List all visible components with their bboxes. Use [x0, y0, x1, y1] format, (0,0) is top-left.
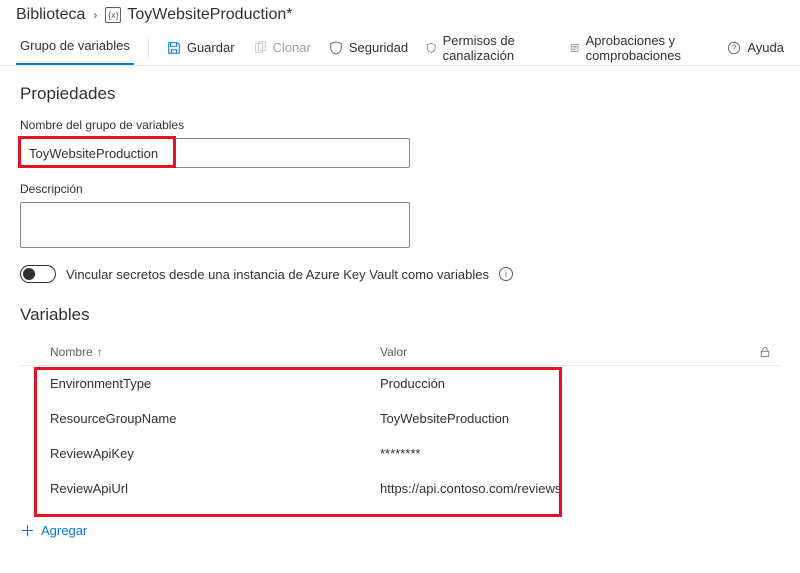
save-button[interactable]: Guardar [167, 40, 235, 55]
variables-heading: Variables [20, 305, 780, 325]
col-header-name-text: Nombre [50, 345, 93, 359]
security-button[interactable]: Seguridad [329, 40, 408, 55]
toolbar: Guardar Clonar Seguridad Permisos de can… [163, 33, 784, 63]
svg-text:?: ? [732, 43, 737, 52]
variables-section: Variables [0, 283, 800, 325]
var-value: Producción [380, 376, 750, 391]
pipeline-permissions-label: Permisos de canalización [443, 33, 553, 63]
col-header-lock [750, 345, 780, 359]
help-icon: ? [727, 41, 741, 55]
plus-icon: ＋ [20, 520, 35, 541]
breadcrumb: Biblioteca › {x} ToyWebsiteProduction* [0, 0, 800, 26]
var-value: ToyWebsiteProduction [380, 411, 750, 426]
pipeline-permissions-button[interactable]: Permisos de canalización [426, 33, 552, 63]
shield-icon [329, 41, 343, 55]
name-field-wrap: Nombre del grupo de variables [20, 118, 780, 168]
help-label: Ayuda [747, 40, 784, 55]
breadcrumb-root[interactable]: Biblioteca [16, 6, 85, 24]
clone-icon [253, 41, 267, 55]
var-name: ReviewApiUrl [50, 481, 380, 496]
lock-icon [759, 346, 771, 358]
tabs-toolbar: Grupo de variables Guardar Clonar Seguri… [0, 26, 800, 66]
properties-section: Propiedades Nombre del grupo de variable… [0, 66, 800, 283]
description-label: Descripción [20, 182, 780, 196]
name-label: Nombre del grupo de variables [20, 118, 780, 132]
description-field-wrap: Descripción [20, 182, 780, 251]
properties-heading: Propiedades [20, 84, 780, 104]
shield-icon [426, 41, 436, 55]
var-value: https://api.contoso.com/reviews [380, 481, 750, 496]
table-header: Nombre ↑ Valor [20, 339, 780, 366]
tab-variable-group[interactable]: Grupo de variables [16, 30, 134, 65]
checklist-icon [570, 41, 579, 55]
add-variable-label: Agregar [41, 523, 87, 538]
table-row[interactable]: EnvironmentType Producción [20, 366, 780, 401]
table-row[interactable]: ReviewApiKey ******** [20, 436, 780, 471]
info-icon[interactable]: i [499, 267, 513, 281]
col-header-value[interactable]: Valor [380, 345, 750, 359]
save-icon [167, 41, 181, 55]
description-input[interactable] [20, 202, 410, 248]
var-name: ResourceGroupName [50, 411, 380, 426]
sort-asc-icon: ↑ [97, 345, 103, 359]
var-value: ******** [380, 446, 750, 461]
save-label: Guardar [187, 40, 235, 55]
divider [148, 37, 149, 59]
table-row[interactable]: ReviewApiUrl https://api.contoso.com/rev… [20, 471, 780, 506]
kv-toggle-label: Vincular secretos desde una instancia de… [66, 267, 489, 282]
table-row[interactable]: ResourceGroupName ToyWebsiteProduction [20, 401, 780, 436]
kv-toggle-row: Vincular secretos desde una instancia de… [20, 265, 780, 283]
var-name: EnvironmentType [50, 376, 380, 391]
col-header-name[interactable]: Nombre ↑ [50, 345, 380, 359]
approvals-button[interactable]: Aprobaciones y comprobaciones [570, 33, 709, 63]
approvals-label: Aprobaciones y comprobaciones [586, 33, 710, 63]
chevron-right-icon: › [93, 8, 97, 22]
breadcrumb-current: {x} ToyWebsiteProduction* [105, 6, 292, 24]
variables-table: Nombre ↑ Valor EnvironmentType Producció… [20, 339, 780, 506]
clone-button: Clonar [253, 40, 311, 55]
clone-label: Clonar [273, 40, 311, 55]
add-variable-button[interactable]: ＋ Agregar [0, 506, 800, 555]
var-name: ReviewApiKey [50, 446, 380, 461]
help-button[interactable]: ? Ayuda [727, 33, 784, 63]
kv-toggle[interactable] [20, 265, 56, 283]
breadcrumb-current-text: ToyWebsiteProduction* [127, 6, 292, 24]
variable-group-name-input[interactable] [20, 138, 410, 168]
variable-group-icon: {x} [105, 7, 121, 23]
security-label: Seguridad [349, 40, 408, 55]
